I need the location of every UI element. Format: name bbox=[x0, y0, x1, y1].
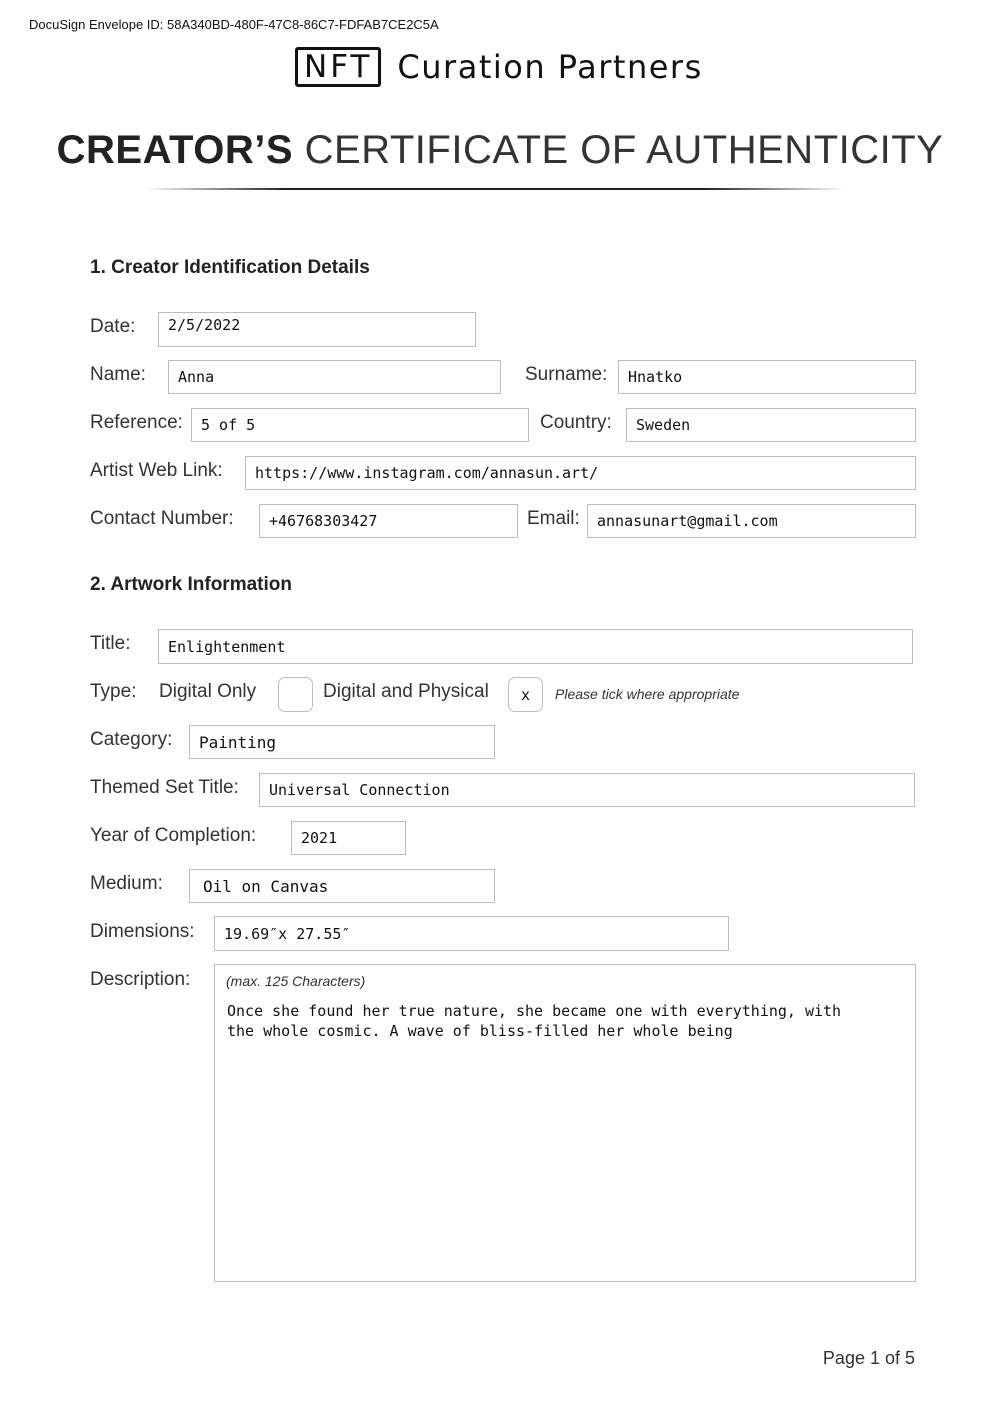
logo: NFT Curation Partners bbox=[295, 46, 703, 88]
medium-label: Medium: bbox=[90, 873, 163, 894]
reference-field[interactable]: 5 of 5 bbox=[191, 408, 529, 442]
description-hint: (max. 125 Characters) bbox=[226, 973, 366, 989]
certificate-title: CREATOR’S CERTIFICATE OF AUTHENTICITY bbox=[0, 128, 1000, 173]
section-heading-creator: 1. Creator Identification Details bbox=[90, 257, 370, 278]
section-heading-artwork: 2. Artwork Information bbox=[90, 574, 292, 595]
type-hint: Please tick where appropriate bbox=[555, 686, 740, 702]
themed-set-label: Themed Set Title: bbox=[90, 777, 239, 798]
description-text: Once she found her true nature, she beca… bbox=[227, 1002, 842, 1040]
type-option-digital-only-label: Digital Only bbox=[159, 681, 257, 702]
docusign-envelope-id: DocuSign Envelope ID: 58A340BD-480F-47C8… bbox=[29, 17, 439, 32]
email-label: Email: bbox=[527, 508, 580, 529]
date-label: Date: bbox=[90, 316, 136, 337]
country-field[interactable]: Sweden bbox=[626, 408, 916, 442]
dimensions-field[interactable]: 19.69″x 27.55″ bbox=[214, 916, 729, 951]
category-field[interactable]: Painting bbox=[189, 725, 495, 759]
logo-mark: NFT bbox=[295, 47, 382, 87]
title-divider bbox=[145, 188, 845, 190]
description-label: Description: bbox=[90, 969, 191, 990]
page-number: Page 1 of 5 bbox=[822, 1348, 915, 1368]
reference-label: Reference: bbox=[90, 412, 183, 433]
logo-text: Curation Partners bbox=[397, 48, 703, 86]
surname-field[interactable]: Hnatko bbox=[618, 360, 916, 394]
type-digital-only-checkbox[interactable] bbox=[278, 677, 313, 712]
name-field[interactable]: Anna bbox=[168, 360, 501, 394]
name-label: Name: bbox=[90, 364, 146, 385]
year-field[interactable]: 2021 bbox=[291, 821, 406, 855]
type-option-digital-physical-label: Digital and Physical bbox=[323, 681, 489, 702]
category-label: Category: bbox=[90, 729, 173, 750]
certificate-title-bold: CREATOR’S bbox=[56, 128, 294, 172]
contact-number-label: Contact Number: bbox=[90, 508, 234, 529]
year-label: Year of Completion: bbox=[90, 825, 257, 846]
medium-field[interactable]: Oil on Canvas bbox=[189, 869, 495, 903]
type-digital-physical-checkbox[interactable]: x bbox=[508, 677, 543, 712]
title-label: Title: bbox=[90, 633, 131, 654]
dimensions-label: Dimensions: bbox=[90, 921, 195, 942]
surname-label: Surname: bbox=[525, 364, 608, 385]
description-field[interactable]: (max. 125 Characters) Once she found her… bbox=[214, 964, 916, 1282]
contact-number-field[interactable]: +46768303427 bbox=[259, 504, 518, 538]
email-field[interactable]: annasunart@gmail.com bbox=[587, 504, 916, 538]
type-label: Type: bbox=[90, 681, 137, 702]
title-field[interactable]: Enlightenment bbox=[158, 629, 913, 664]
web-link-label: Artist Web Link: bbox=[90, 460, 223, 481]
themed-set-field[interactable]: Universal Connection bbox=[259, 773, 915, 807]
country-label: Country: bbox=[540, 412, 612, 433]
web-link-field[interactable]: https://www.instagram.com/annasun.art/ bbox=[245, 456, 916, 490]
certificate-title-rest: CERTIFICATE OF AUTHENTICITY bbox=[304, 128, 944, 172]
date-field[interactable]: 2/5/2022 bbox=[158, 312, 476, 347]
